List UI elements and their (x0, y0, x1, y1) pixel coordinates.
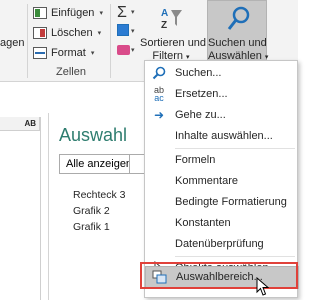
chevron-down-icon[interactable]: ▾ (131, 8, 135, 16)
format-button[interactable]: Format ▾ (33, 44, 94, 61)
menu-item-label: Gehe zu... (175, 109, 226, 121)
cells-group-label: Zellen (56, 66, 86, 78)
find-select-button[interactable]: Suchen und Auswählen ▾ (207, 0, 268, 64)
chevron-down-icon[interactable]: ▾ (131, 27, 135, 35)
insert-cells-icon (33, 6, 47, 19)
menu-item-find[interactable]: Suchen... (145, 63, 299, 84)
menu-item-goto[interactable]: ➜ Gehe zu... (145, 105, 299, 126)
insert-label: Einfügen (51, 6, 95, 19)
sort-filter-icon: A Z (161, 8, 182, 31)
menu-item-replace[interactable]: ab ac Ersetzen... (145, 84, 299, 105)
chevron-down-icon: ▾ (90, 49, 95, 57)
menu-item-goto-special[interactable]: Inhalte auswählen... (145, 126, 299, 147)
svg-text:A: A (161, 8, 168, 19)
grid-line (40, 117, 41, 300)
delete-button[interactable]: Löschen ▾ (33, 24, 101, 41)
fill-icon[interactable] (117, 24, 129, 36)
menu-item-label: Formeln (175, 154, 216, 166)
menu-item-conditional-formatting[interactable]: Bedingte Formatierung (145, 192, 299, 213)
menu-item-label: Suchen... (175, 67, 222, 79)
show-all-button[interactable]: Alle anzeigen (59, 154, 140, 174)
menu-item-data-validation[interactable]: Datenüberprüfung (145, 234, 299, 255)
chevron-down-icon: ▾ (99, 9, 103, 17)
replace-icon: ab ac (153, 85, 164, 103)
menu-item-label: Ersetzen... (175, 88, 228, 100)
chevron-down-icon[interactable]: ▾ (131, 46, 135, 54)
menu-item-comments[interactable]: Kommentare (145, 171, 299, 192)
magnifier-icon (151, 66, 167, 81)
menu-item-selection-pane[interactable]: Auswahlbereich... (145, 266, 299, 289)
autosum-icon[interactable]: Σ (117, 4, 127, 22)
find-select-menu: Suchen... ab ac Ersetzen... ➜ Gehe zu... … (144, 60, 299, 298)
menu-item-label: Inhalte auswählen... (175, 130, 273, 142)
pane-item[interactable]: Rechteck 3 (73, 189, 126, 201)
menu-separator (175, 148, 295, 149)
ribbon-separator (27, 4, 28, 78)
format-cells-icon (33, 46, 47, 59)
menu-item-label: Konstanten (175, 217, 231, 229)
delete-cells-icon (33, 26, 47, 39)
magnifier-icon (227, 6, 250, 30)
delete-label: Löschen (51, 26, 93, 39)
ribbon-fragment-label: agen (0, 37, 25, 49)
menu-item-label: Bedingte Formatierung (175, 196, 287, 208)
menu-separator (175, 256, 295, 257)
ribbon-separator (110, 4, 111, 78)
svg-text:Z: Z (161, 20, 167, 31)
menu-item-constants[interactable]: Konstanten (145, 213, 299, 234)
pane-item[interactable]: Grafik 1 (73, 221, 110, 233)
sort-filter-button[interactable]: A Z Sortieren und Filtern ▾ (140, 2, 206, 64)
chevron-down-icon: ▾ (97, 29, 102, 37)
pane-item[interactable]: Grafik 2 (73, 205, 110, 217)
column-header[interactable]: AB (0, 117, 40, 131)
insert-button[interactable]: Einfügen ▾ (33, 4, 103, 21)
menu-item-label: Auswahlbereich... (176, 271, 263, 283)
mouse-cursor-icon (256, 277, 270, 296)
format-label: Format (51, 46, 86, 59)
arrow-right-icon: ➜ (153, 108, 165, 122)
menu-item-formulas[interactable]: Formeln (145, 150, 299, 171)
menu-item-label: Datenüberprüfung (175, 238, 264, 250)
clear-eraser-icon[interactable] (117, 45, 130, 55)
selection-pane-icon (152, 270, 168, 285)
menu-item-label: Kommentare (175, 175, 238, 187)
pane-title: Auswahl (59, 125, 128, 145)
